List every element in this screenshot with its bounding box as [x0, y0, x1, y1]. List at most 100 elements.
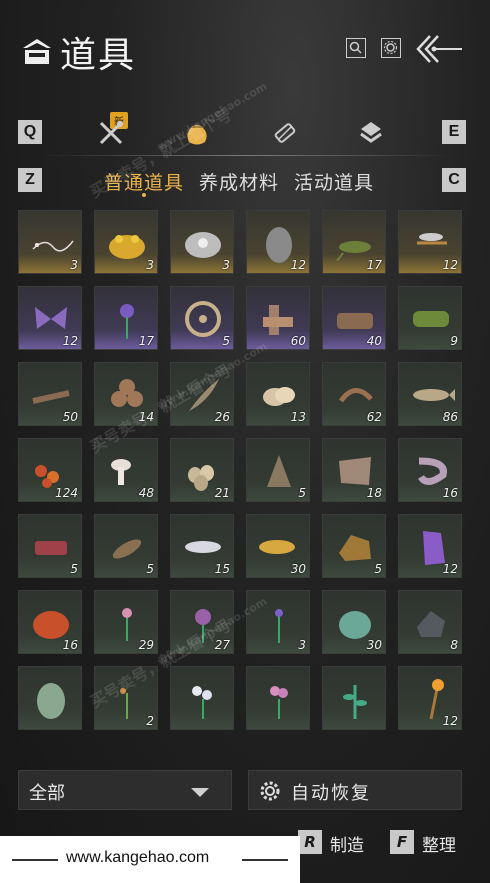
item-slot[interactable]: 60 — [246, 286, 310, 350]
item-slot[interactable]: 2 — [94, 666, 158, 730]
item-quantity: 8 — [450, 638, 458, 652]
dried-fish-icon — [112, 539, 142, 559]
item-slot[interactable]: 12 — [398, 210, 462, 274]
item-slot[interactable]: 62 — [322, 362, 386, 426]
item-slot[interactable]: 124 — [18, 438, 82, 502]
item-slot[interactable]: 12 — [246, 210, 310, 274]
chevron-down-icon — [191, 788, 209, 797]
category-tabs: Q 新 E — [0, 110, 490, 156]
item-slot[interactable]: 30 — [322, 590, 386, 654]
item-slot[interactable]: 5 — [170, 286, 234, 350]
tab-divider — [40, 155, 450, 156]
item-slot[interactable]: 12 — [18, 286, 82, 350]
green-herb-icon — [343, 685, 367, 719]
item-quantity: 60 — [290, 334, 306, 348]
sort-key[interactable]: F — [390, 830, 414, 854]
prev-category-key[interactable]: Q — [18, 120, 42, 144]
red-sprig-icon — [120, 688, 128, 719]
pink-flowers-icon — [270, 686, 288, 719]
header: 道具 — [0, 0, 490, 100]
raw-meat-icon — [35, 541, 67, 555]
item-slot[interactable]: 5 — [94, 514, 158, 578]
item-quantity: 5 — [222, 334, 230, 348]
item-slot[interactable]: 30 — [246, 514, 310, 578]
tab-normal-items[interactable]: 普通道具 — [104, 168, 184, 195]
back-arrow-icon[interactable] — [412, 32, 464, 66]
item-slot[interactable]: 26 — [170, 362, 234, 426]
auto-restore-button[interactable]: 自动恢复 — [248, 770, 462, 810]
lavender-icon — [275, 609, 283, 643]
item-quantity: 5 — [374, 562, 382, 576]
item-slot[interactable]: 18 — [322, 438, 386, 502]
settings-button[interactable] — [381, 38, 401, 58]
item-slot[interactable]: 50 — [18, 362, 82, 426]
badge-icon[interactable] — [356, 118, 386, 148]
item-quantity: 124 — [55, 486, 78, 500]
item-grid: 3 3 3 12 17 12 12 17 5 60 40 9 50 14 26 13 62 86 124 48 21 5 1… — [18, 210, 474, 750]
item-slot[interactable]: 8 — [398, 590, 462, 654]
copper-ore-icon — [339, 535, 371, 561]
item-slot[interactable]: 16 — [398, 438, 462, 502]
item-slot[interactable]: 17 — [322, 210, 386, 274]
item-slot[interactable] — [18, 666, 82, 730]
tab-event-items[interactable]: 活动道具 — [294, 168, 374, 195]
item-quantity: 3 — [146, 258, 154, 272]
item-slot[interactable]: 5 — [246, 438, 310, 502]
next-category-key[interactable]: E — [442, 120, 466, 144]
scroll-icon[interactable] — [270, 118, 300, 148]
craft-key[interactable]: R — [298, 830, 322, 854]
item-quantity: 9 — [450, 334, 458, 348]
item-slot[interactable]: 48 — [94, 438, 158, 502]
bottom-bar: 全部 自动恢复 — [18, 770, 462, 812]
item-slot[interactable]: 29 — [94, 590, 158, 654]
item-slot[interactable]: 5 — [18, 514, 82, 578]
item-slot[interactable]: 27 — [170, 590, 234, 654]
item-slot[interactable]: 5 — [322, 514, 386, 578]
item-slot[interactable]: 15 — [170, 514, 234, 578]
watermark-divider — [242, 859, 288, 861]
item-slot[interactable]: 86 — [398, 362, 462, 426]
prev-subtab-key[interactable]: Z — [18, 168, 42, 192]
item-slot[interactable]: 13 — [246, 362, 310, 426]
item-quantity: 21 — [214, 486, 230, 500]
silver-thread-icon — [32, 240, 74, 252]
item-slot[interactable]: 3 — [18, 210, 82, 274]
item-slot[interactable]: 3 — [246, 590, 310, 654]
sort-label[interactable]: 整理 — [422, 831, 456, 856]
item-slot[interactable] — [322, 666, 386, 730]
item-quantity: 40 — [366, 334, 382, 348]
item-quantity: 27 — [214, 638, 230, 652]
pouch-icon[interactable] — [182, 118, 212, 148]
tools-icon[interactable] — [96, 118, 126, 148]
green-gourd-icon — [37, 683, 65, 719]
item-slot[interactable]: 21 — [170, 438, 234, 502]
search-button[interactable] — [346, 38, 366, 58]
item-slot[interactable]: 14 — [94, 362, 158, 426]
item-slot[interactable]: 3 — [94, 210, 158, 274]
item-quantity: 12 — [442, 258, 458, 272]
item-slot[interactable]: 40 — [322, 286, 386, 350]
item-quantity: 14 — [138, 410, 154, 424]
item-quantity: 17 — [138, 334, 154, 348]
next-subtab-key[interactable]: C — [442, 168, 466, 192]
item-slot[interactable]: 17 — [94, 286, 158, 350]
item-quantity: 17 — [366, 258, 382, 272]
item-quantity: 3 — [298, 638, 306, 652]
sub-tabs: Z 普通道具 养成材料 活动道具 C — [0, 164, 490, 198]
item-slot[interactable] — [170, 666, 234, 730]
item-slot[interactable] — [246, 666, 310, 730]
search-icon — [349, 41, 362, 54]
item-slot[interactable]: 12 — [398, 514, 462, 578]
item-quantity: 12 — [442, 714, 458, 728]
item-slot[interactable]: 9 — [398, 286, 462, 350]
item-slot[interactable]: 12 — [398, 666, 462, 730]
gear-icon — [383, 40, 398, 55]
tab-growth-materials[interactable]: 养成材料 — [199, 168, 279, 195]
item-slot[interactable]: 3 — [170, 210, 234, 274]
craft-label[interactable]: 制造 — [330, 831, 364, 856]
item-quantity: 16 — [442, 486, 458, 500]
item-slot[interactable]: 16 — [18, 590, 82, 654]
wheel-icon — [185, 301, 221, 337]
item-quantity: 12 — [290, 258, 306, 272]
filter-dropdown[interactable]: 全部 — [18, 770, 232, 810]
